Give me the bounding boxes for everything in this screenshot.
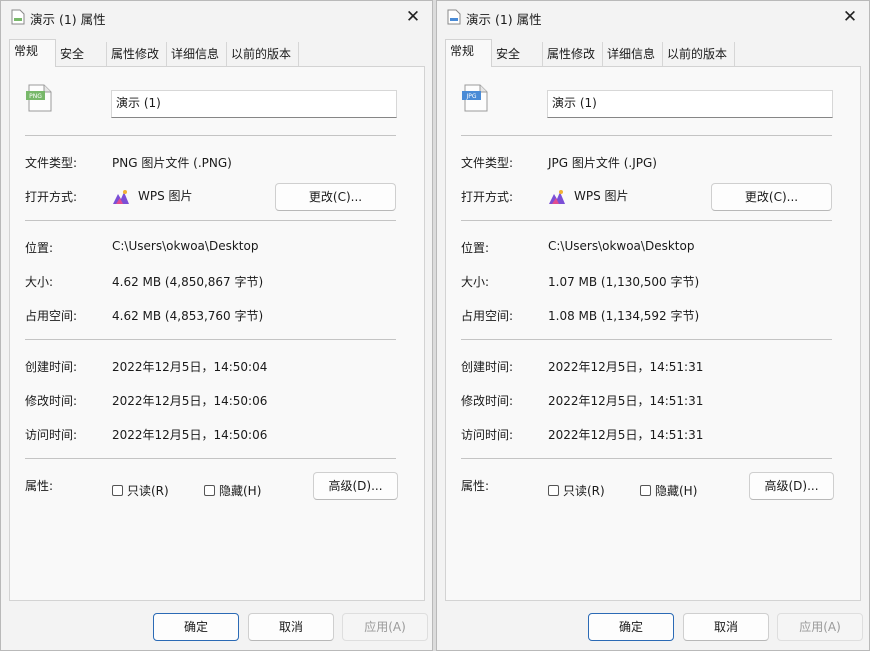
location-label: 位置: bbox=[25, 241, 54, 255]
location-value: C:\Users\okwoa\Desktop bbox=[112, 239, 259, 253]
file-type-value: JPG 图片文件 (.JPG) bbox=[548, 156, 657, 170]
readonly-checkbox[interactable]: 只读(R) bbox=[112, 482, 169, 498]
properties-dialog-png: 演示 (1) 属性 ✕ 常规 安全 属性修改 详细信息 以前的版本 PNG 演示… bbox=[0, 0, 433, 651]
divider bbox=[461, 220, 832, 221]
modified-label: 修改时间: bbox=[25, 394, 78, 408]
divider bbox=[25, 339, 396, 340]
title-bar[interactable]: 演示 (1) 属性 ✕ bbox=[1, 1, 432, 33]
accessed-label: 访问时间: bbox=[25, 428, 78, 442]
window-title: 演示 (1) 属性 bbox=[30, 12, 106, 27]
modified-value: 2022年12月5日，14:51:31 bbox=[548, 394, 704, 408]
window-title: 演示 (1) 属性 bbox=[466, 12, 542, 27]
disk-size-label: 占用空间: bbox=[25, 309, 78, 323]
readonly-checkbox[interactable]: 只读(R) bbox=[548, 482, 605, 498]
file-type-value: PNG 图片文件 (.PNG) bbox=[112, 156, 232, 170]
close-icon: ✕ bbox=[842, 7, 858, 27]
tab-details[interactable]: 详细信息 bbox=[603, 42, 663, 66]
hidden-label: 隐藏(H) bbox=[219, 483, 262, 498]
divider bbox=[461, 339, 832, 340]
tab-security[interactable]: 安全 bbox=[56, 42, 107, 66]
modified-value: 2022年12月5日，14:50:06 bbox=[112, 394, 268, 408]
tab-previous-versions[interactable]: 以前的版本 bbox=[663, 42, 735, 66]
change-button[interactable]: 更改(C)... bbox=[711, 183, 832, 211]
file-type-label: 文件类型: bbox=[25, 156, 78, 170]
wps-picture-icon bbox=[113, 190, 129, 204]
tab-general[interactable]: 常规 bbox=[9, 39, 56, 67]
open-with-label: 打开方式: bbox=[25, 190, 78, 204]
png-file-icon: PNG bbox=[26, 84, 52, 112]
created-value: 2022年12月5日，14:51:31 bbox=[548, 360, 704, 374]
apply-button[interactable]: 应用(A) bbox=[342, 613, 428, 641]
wps-picture-icon bbox=[549, 190, 565, 204]
checkbox-box[interactable] bbox=[112, 484, 123, 496]
modified-label: 修改时间: bbox=[461, 394, 514, 408]
readonly-label: 只读(R) bbox=[563, 483, 605, 498]
attributes-label: 属性: bbox=[461, 479, 490, 493]
close-icon: ✕ bbox=[405, 7, 421, 27]
close-button[interactable]: ✕ bbox=[402, 6, 424, 28]
ok-button[interactable]: 确定 bbox=[588, 613, 674, 641]
cancel-button[interactable]: 取消 bbox=[683, 613, 769, 641]
size-value: 4.62 MB (4,850,867 字节) bbox=[112, 275, 264, 289]
change-button[interactable]: 更改(C)... bbox=[275, 183, 396, 211]
readonly-label: 只读(R) bbox=[127, 483, 169, 498]
disk-size-value: 1.08 MB (1,134,592 字节) bbox=[548, 309, 700, 323]
ok-button[interactable]: 确定 bbox=[153, 613, 239, 641]
size-value: 1.07 MB (1,130,500 字节) bbox=[548, 275, 700, 289]
hidden-label: 隐藏(H) bbox=[655, 483, 698, 498]
file-name-input[interactable]: 演示 (1) bbox=[547, 90, 833, 118]
checkbox-box[interactable] bbox=[640, 484, 651, 496]
disk-size-value: 4.62 MB (4,853,760 字节) bbox=[112, 309, 264, 323]
checkbox-box[interactable] bbox=[548, 484, 559, 496]
cancel-button[interactable]: 取消 bbox=[248, 613, 334, 641]
tab-attribute-modify[interactable]: 属性修改 bbox=[107, 42, 167, 66]
hidden-checkbox[interactable]: 隐藏(H) bbox=[204, 482, 261, 498]
file-type-label: 文件类型: bbox=[461, 156, 514, 170]
attributes-label: 属性: bbox=[25, 479, 54, 493]
advanced-button[interactable]: 高级(D)... bbox=[313, 472, 398, 500]
jpg-file-icon: JPG bbox=[462, 84, 488, 112]
apply-button[interactable]: 应用(A) bbox=[777, 613, 863, 641]
advanced-button[interactable]: 高级(D)... bbox=[749, 472, 834, 500]
size-label: 大小: bbox=[25, 275, 54, 289]
divider bbox=[461, 458, 832, 459]
tab-attribute-modify[interactable]: 属性修改 bbox=[543, 42, 603, 66]
title-bar[interactable]: 演示 (1) 属性 ✕ bbox=[437, 1, 869, 33]
open-with-app-name: WPS 图片 bbox=[138, 189, 193, 203]
open-with-app-name: WPS 图片 bbox=[574, 189, 629, 203]
location-value: C:\Users\okwoa\Desktop bbox=[548, 239, 695, 253]
general-panel: JPG 演示 (1) 文件类型: JPG 图片文件 (.JPG) 打开方式: W… bbox=[445, 66, 861, 601]
created-label: 创建时间: bbox=[25, 360, 78, 374]
file-name-input[interactable]: 演示 (1) bbox=[111, 90, 397, 118]
hidden-checkbox[interactable]: 隐藏(H) bbox=[640, 482, 697, 498]
tab-security[interactable]: 安全 bbox=[492, 42, 543, 66]
file-icon-label: JPG bbox=[465, 93, 476, 100]
divider bbox=[25, 458, 396, 459]
divider bbox=[25, 220, 396, 221]
file-icon-label: PNG bbox=[29, 93, 42, 100]
accessed-label: 访问时间: bbox=[461, 428, 514, 442]
general-panel: PNG 演示 (1) 文件类型: PNG 图片文件 (.PNG) 打开方式: W… bbox=[9, 66, 425, 601]
disk-size-label: 占用空间: bbox=[461, 309, 514, 323]
tab-details[interactable]: 详细信息 bbox=[167, 42, 227, 66]
file-icon bbox=[447, 9, 461, 25]
accessed-value: 2022年12月5日，14:51:31 bbox=[548, 428, 704, 442]
divider bbox=[461, 135, 832, 136]
location-label: 位置: bbox=[461, 241, 490, 255]
open-with-label: 打开方式: bbox=[461, 190, 514, 204]
checkbox-box[interactable] bbox=[204, 484, 215, 496]
file-icon bbox=[11, 9, 25, 25]
properties-dialog-jpg: 演示 (1) 属性 ✕ 常规 安全 属性修改 详细信息 以前的版本 JPG 演示… bbox=[436, 0, 870, 651]
tab-general[interactable]: 常规 bbox=[445, 39, 492, 67]
divider bbox=[25, 135, 396, 136]
accessed-value: 2022年12月5日，14:50:06 bbox=[112, 428, 268, 442]
tab-previous-versions[interactable]: 以前的版本 bbox=[227, 42, 299, 66]
created-label: 创建时间: bbox=[461, 360, 514, 374]
close-button[interactable]: ✕ bbox=[839, 6, 861, 28]
created-value: 2022年12月5日，14:50:04 bbox=[112, 360, 268, 374]
size-label: 大小: bbox=[461, 275, 490, 289]
